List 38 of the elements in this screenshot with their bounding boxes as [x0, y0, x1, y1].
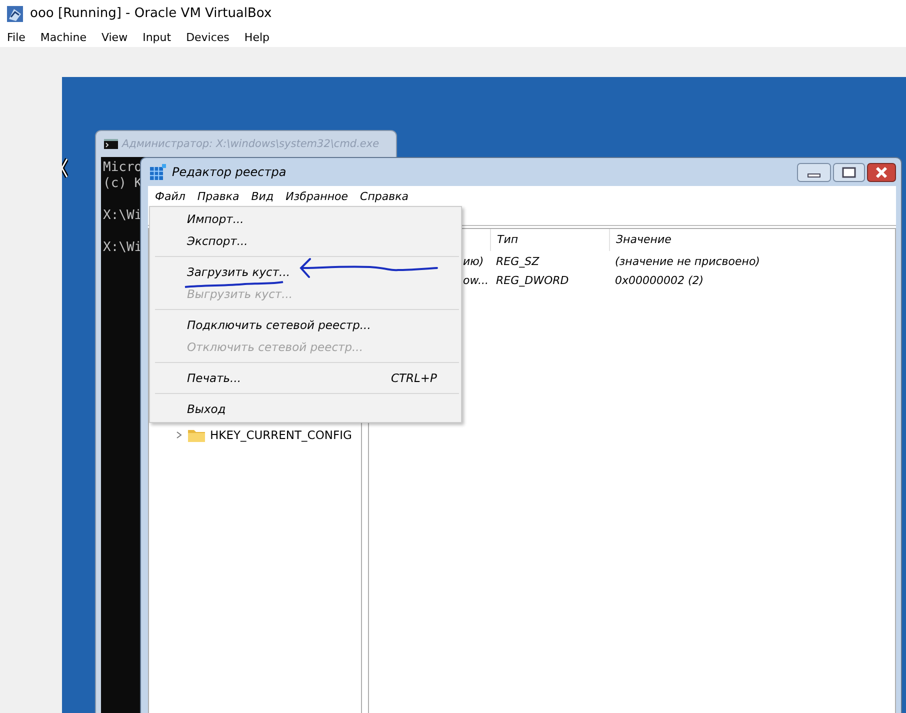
- menu-item[interactable]: Правка: [197, 190, 240, 202]
- table-cell-text: 0x00000002 (2): [614, 273, 705, 289]
- tree-item[interactable]: HKEY_CURRENT_CONFIG: [210, 428, 352, 442]
- menu-item[interactable]: Загрузить куст...: [150, 261, 461, 283]
- menu-item[interactable]: Избранное: [286, 190, 348, 202]
- menu-item[interactable]: Файл: [155, 190, 186, 202]
- menu-item[interactable]: Machine: [40, 30, 86, 44]
- table-cell-text: ию): [462, 254, 485, 270]
- window-title: Редактор реестра: [172, 165, 288, 179]
- menu-item[interactable]: Devices: [186, 30, 230, 44]
- app-icon: [6, 4, 24, 22]
- menu-item[interactable]: Импорт...: [150, 208, 461, 230]
- console-icon: [104, 139, 118, 149]
- menu-item[interactable]: Вид: [251, 190, 274, 202]
- menu-item[interactable]: Справка: [360, 190, 409, 202]
- table-cell-text: REG_DWORD: [495, 273, 570, 289]
- menu-item[interactable]: File: [7, 30, 26, 44]
- menu-item[interactable]: Печать... CTRL+P: [150, 367, 461, 389]
- close-button[interactable]: [867, 162, 896, 182]
- window-title: Администратор: X:\windows\system32\cmd.exe: [122, 138, 380, 150]
- column-header[interactable]: Значение: [609, 229, 895, 251]
- maximize-button[interactable]: [833, 162, 865, 182]
- table-cell-text: ow...: [462, 273, 490, 289]
- menu-item[interactable]: Выход: [150, 398, 461, 420]
- folder-icon: [188, 428, 205, 442]
- table-cell-text: REG_SZ: [495, 254, 540, 270]
- menu-item[interactable]: Help: [244, 30, 270, 44]
- menu-item[interactable]: Подключить сетевой реестр...: [150, 314, 461, 336]
- table-cell-text: (значение не присвоено): [614, 254, 761, 270]
- minimize-button[interactable]: [797, 162, 831, 182]
- console-text: X:\Wi: [103, 240, 142, 256]
- console-text: X:\Wi: [103, 208, 142, 224]
- window-title: ooo [Running] - Oracle VM VirtualBox: [30, 6, 272, 21]
- menu-item[interactable]: Input: [142, 30, 172, 44]
- registry-icon: [149, 163, 167, 181]
- menu-item[interactable]: View: [101, 30, 128, 44]
- menu-item[interactable]: Экспорт...: [150, 230, 461, 252]
- column-header[interactable]: Тип: [490, 229, 609, 251]
